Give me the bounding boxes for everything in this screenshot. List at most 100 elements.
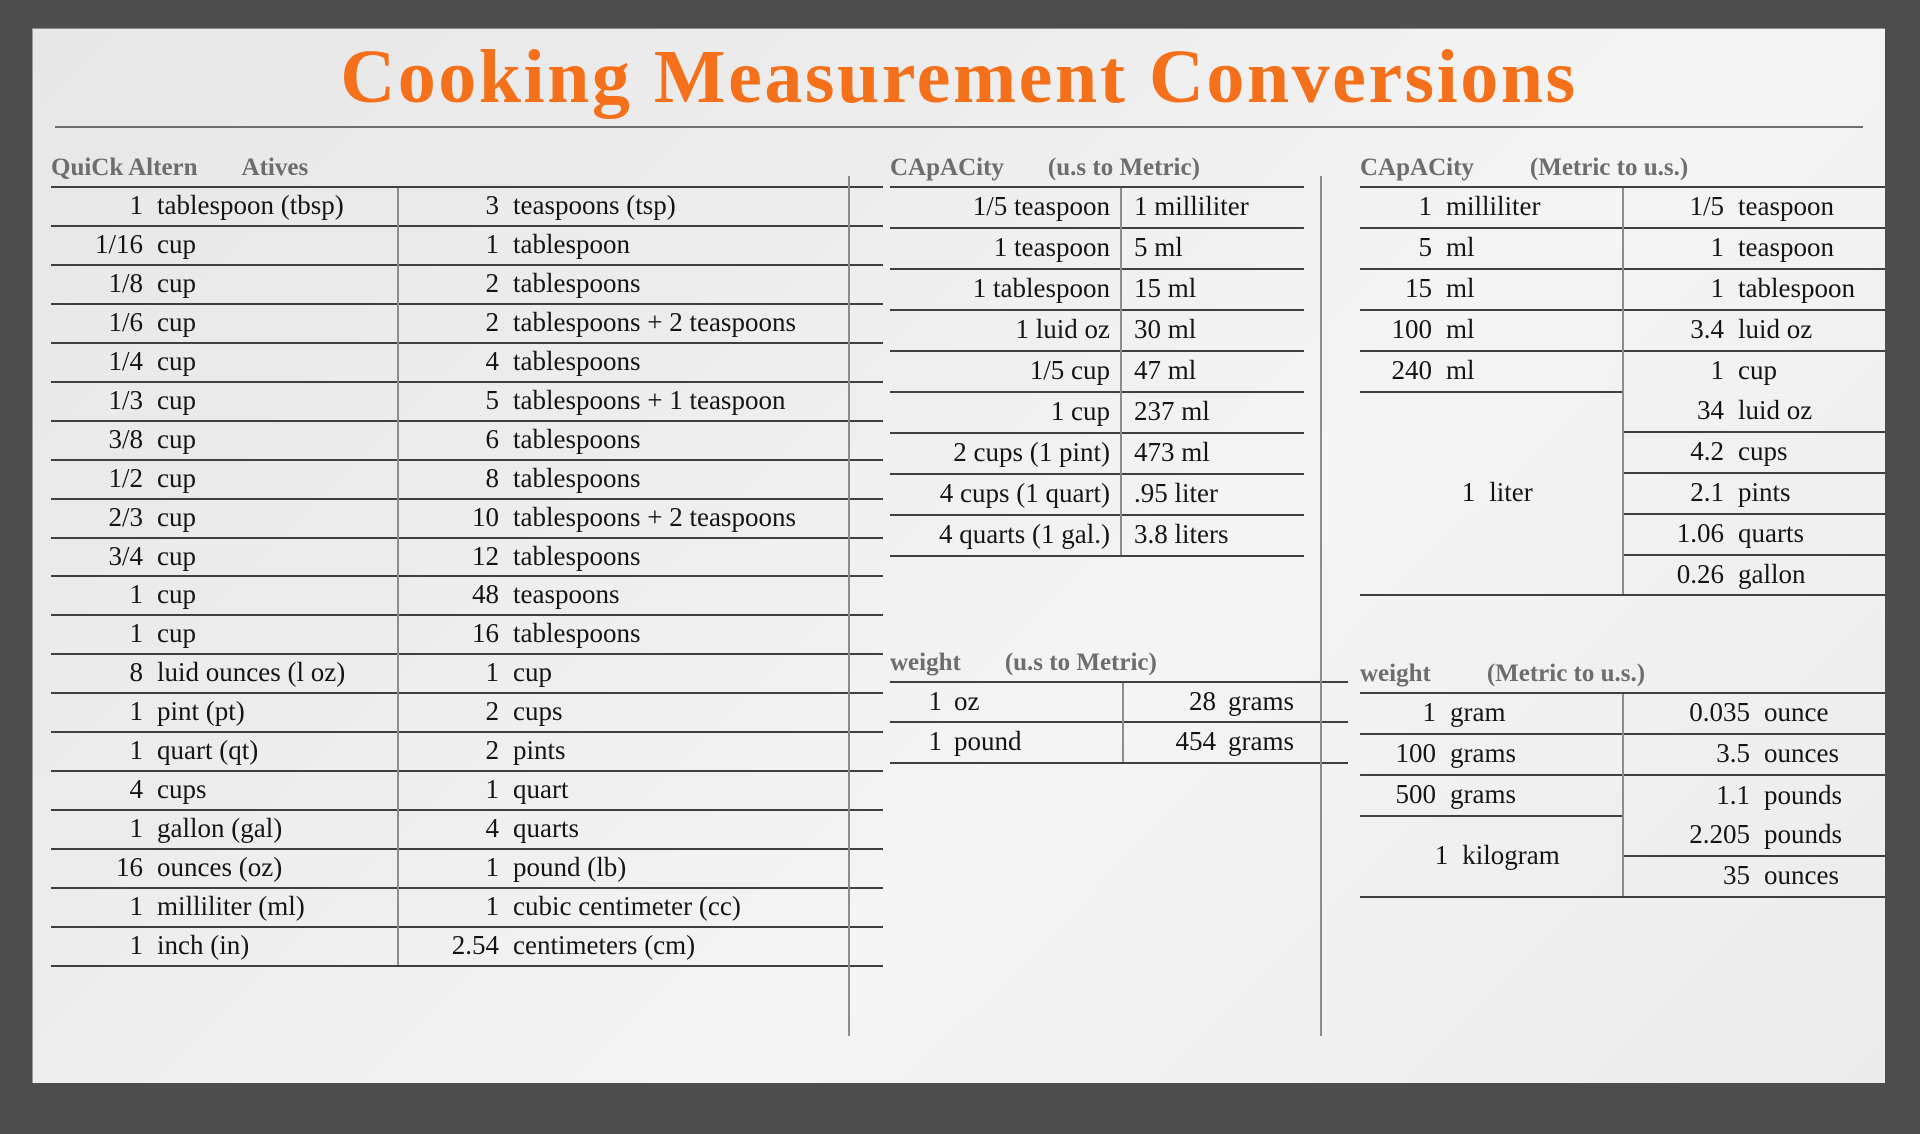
table-row: 1 kilogram 2.205 pounds [1360,815,1885,899]
column-us-to-metric: CApACity (u.s to Metric) 1/5 teaspoon 1 m… [850,154,1348,765]
cell-to-unit: quart [511,770,883,811]
cell-to-unit: quarts [511,809,883,850]
cell-from-unit: cups [155,770,398,811]
cell-from-value: 16 [51,848,155,888]
cell-from-unit: ml [1446,227,1623,269]
cell-to-value: 4 [397,809,511,850]
cell-from-value: 1 [51,614,155,655]
cell-to: 1 milliliter [1120,186,1304,229]
cell-to-unit: teaspoons [511,575,883,616]
cell-from-value: 1 [51,575,155,616]
quick-alternatives-heading: QuiCk Altern Atives [51,154,848,182]
cell-from-value: 1/16 [51,225,155,265]
cell-from-value: 3/8 [51,419,155,460]
cell-from-unit: cup [155,614,398,655]
cell-to-unit: pounds [1764,819,1843,850]
table-row: 1/5 cup 47 ml [890,349,1304,392]
weight-us-to-metric-table: 1 oz 28 grams 1 pound 454 grams [890,680,1348,765]
cell-to-value: 1/5 [1622,186,1738,229]
table-row: 1 luid oz 30 ml [890,308,1304,351]
cell-from-unit: kilogram [1462,840,1560,871]
weight-metric-to-us-heading-main: weight [1360,660,1431,688]
cell-to-value: 1 [1622,267,1738,310]
cell-to-unit: tablespoons [511,263,883,304]
cell-to-unit: quarts [1738,512,1885,555]
cell-to-unit: teaspoons (tsp) [511,186,883,227]
cell-to-value: 1.1 [1622,774,1764,817]
cell-to-value: 3.5 [1622,733,1764,776]
capacity-metric-to-us-heading-main: CApACity [1360,154,1474,182]
cell-to-unit: tablespoons [511,458,883,499]
poster-frame: Cooking Measurement Conversions QuiCk Al… [0,0,1920,1134]
cell-to-unit: tablespoons + 2 teaspoons [511,497,883,538]
cell-from: 4 cups (1 quart) [890,472,1121,515]
cell-to-value: 8 [397,458,511,499]
cell-from-unit: luid ounces (l oz) [155,653,398,694]
capacity-metric-to-us-heading-sub: (Metric to u.s.) [1529,154,1689,182]
cell-from-value: 1 [51,925,155,967]
cell-from-unit: cup [155,302,398,343]
cell-to: 47 ml [1120,349,1304,392]
capacity-us-to-metric-heading-main: CApACity [890,154,1004,182]
cell-from-unit: cup [155,536,398,577]
cell-from-unit: ml [1446,308,1623,351]
weight-us-to-metric-heading: weight (u.s to Metric) [890,649,1320,677]
cell-from-value: 100 [1360,733,1450,776]
cell-from-value: 1 [1360,186,1446,229]
cell-to-unit: luid oz [1738,394,1813,425]
table-row: 1/5 teaspoon 1 milliliter [890,186,1304,229]
cell-from-unit: pound [954,721,1123,765]
table-row: 1 milliliter 1/5 teaspoon [1360,186,1885,229]
cell-to-value: 454 [1122,721,1228,765]
table-row: 1 oz 28 grams [890,680,1348,723]
table-row: 1 gallon (gal) 4 quarts [51,809,883,850]
cell-from: 1 luid oz [890,308,1121,351]
cell-from-unit: cup [155,497,398,538]
cell-to-value: 1 [397,653,511,694]
cell-to-value: 1 [397,770,511,811]
cell-from-unit: quart (qt) [155,731,398,772]
cell-from-unit: inch (in) [155,925,398,967]
cell-from-unit: milliliter (ml) [155,886,398,927]
cell-from-unit: grams [1450,733,1623,776]
cell-to-value: 4 [397,341,511,382]
cell-to: 3.8 liters [1120,513,1304,557]
cell-to-value: 2.1 [1622,471,1738,514]
cell-to: 473 ml [1120,431,1304,474]
quick-alternatives-heading-sub: Atives [241,154,309,182]
table-row: 1 tablespoon (tbsp) 3 teaspoons (tsp) [51,186,883,227]
cell-from-value: 1 [1461,477,1476,508]
cell-to-value: 2 [397,263,511,304]
cell-to-value: 4.2 [1622,430,1738,473]
cell-to-unit: cups [1738,430,1885,473]
cell-from-unit: oz [954,680,1123,723]
cell-from: 4 quarts (1 gal.) [890,513,1121,557]
cell-to-value: 2 [397,731,511,772]
cell-from-value: 1/8 [51,263,155,304]
cell-to-value: 35 [1622,855,1764,899]
cell-to-unit: pound (lb) [511,848,883,888]
cell-to-unit: ounces [1764,855,1885,899]
cell-to-unit: centimeters (cm) [511,925,883,967]
table-row: 3/8 cup 6 tablespoons [51,419,883,460]
cell-from-unit: ounces (oz) [155,848,398,888]
cell-from-value: 1 [51,886,155,927]
title-area: Cooking Measurement Conversions [33,29,1885,129]
table-row: 4 cups 1 quart [51,770,883,811]
cell-to: 5 ml [1120,227,1304,269]
cell-to-unit: cubic centimeter (cc) [511,886,883,927]
cell-from: 1 cup [890,390,1121,433]
table-row: 1 tablespoon 15 ml [890,267,1304,310]
cell-to-value: 1 [397,886,511,927]
cell-to-unit: gallon [1738,553,1885,597]
table-row: 1 gram 0.035 ounce [1360,692,1885,735]
table-row: 100 grams 3.5 ounces [1360,733,1885,776]
capacity-us-to-metric-heading: CApACity (u.s to Metric) [890,154,1320,182]
cell-from-unit: gram [1450,692,1623,735]
weight-metric-to-us-table: 1 gram 0.035 ounce 100 grams 3.5 ounces 500 grams… [1360,692,1885,899]
table-row: 1/3 cup 5 tablespoons + 1 teaspoon [51,380,883,421]
cell-from-value: 1 [51,731,155,772]
cell-to-unit: tablespoon [1738,267,1885,310]
cell-from-unit: cup [155,341,398,382]
table-row: 1 teaspoon 5 ml [890,227,1304,269]
